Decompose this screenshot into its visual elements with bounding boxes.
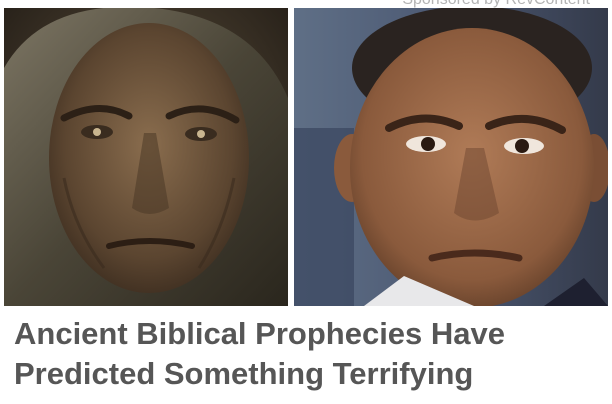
sponsored-ad-card[interactable]: Sponsored by RevContent bbox=[0, 0, 612, 404]
headline-line-1: Ancient Biblical Prophecies Have bbox=[14, 316, 506, 351]
hooded-figure-photo bbox=[4, 8, 288, 306]
man-in-suit-photo bbox=[294, 8, 608, 306]
headline-line-2: Predicted Something Terrifying bbox=[14, 356, 474, 391]
ad-image[interactable] bbox=[4, 8, 608, 306]
ad-headline[interactable]: Ancient Biblical Prophecies Have Predict… bbox=[14, 314, 604, 394]
